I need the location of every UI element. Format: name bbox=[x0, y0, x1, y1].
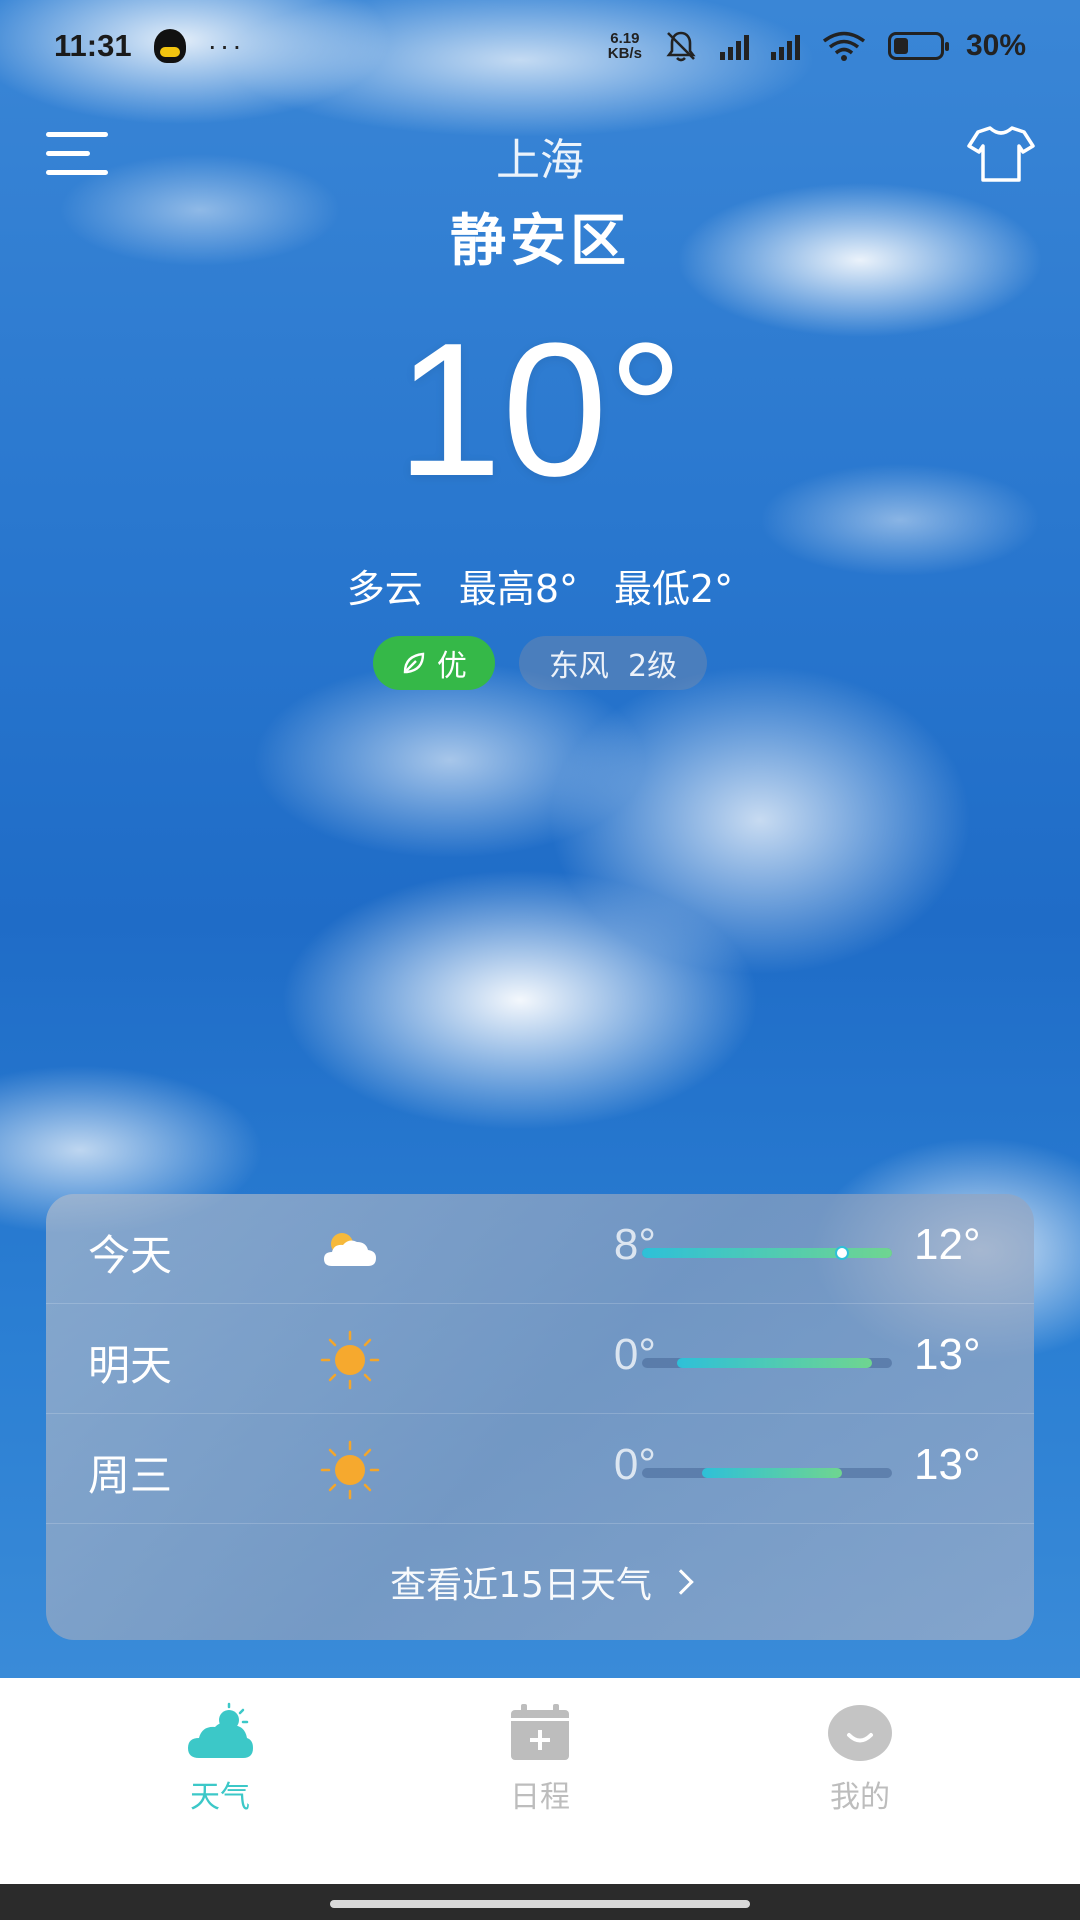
view-15-day-forecast-link[interactable]: 查看近15日天气 bbox=[46, 1524, 1034, 1640]
sun-icon bbox=[320, 1330, 380, 1390]
current-temp-marker bbox=[835, 1246, 849, 1260]
weather-summary: 多云 最高8° 最低2° bbox=[0, 558, 1080, 613]
bottom-nav: 天气 日程 我的 bbox=[0, 1678, 1080, 1884]
profile-smile-icon bbox=[828, 1705, 892, 1761]
more-notifications-icon: ··· bbox=[207, 30, 245, 61]
network-speed-unit: KB/s bbox=[607, 45, 642, 62]
more-link-label: 查看近15日天气 bbox=[390, 1565, 652, 1606]
district-name[interactable]: 静安区 bbox=[0, 196, 1080, 277]
temp-range-fill bbox=[677, 1358, 872, 1368]
forecast-row-wednesday[interactable]: 周三 0° 13° bbox=[46, 1414, 1034, 1524]
day-high-temp: 12° bbox=[914, 1220, 981, 1269]
sun-icon bbox=[320, 1440, 380, 1500]
network-speed: 6.19 KB/s bbox=[608, 31, 642, 61]
temp-range-bar bbox=[642, 1246, 892, 1260]
gesture-bar bbox=[0, 1884, 1080, 1920]
shirt-icon[interactable] bbox=[966, 124, 1036, 184]
status-bar: 11:31 ··· 6.19 KB/s 30% bbox=[0, 0, 1080, 92]
signal-2-icon bbox=[770, 32, 800, 60]
nav-label-profile: 我的 bbox=[830, 1780, 890, 1815]
current-temperature: 10° bbox=[396, 304, 684, 516]
battery-icon bbox=[887, 32, 949, 60]
day-low-temp: 0° bbox=[613, 1440, 656, 1489]
status-left: 11:31 ··· bbox=[54, 28, 245, 64]
status-time: 11:31 bbox=[54, 28, 132, 63]
day-low-temp: 8° bbox=[613, 1220, 656, 1269]
day-name: 明天 bbox=[88, 1341, 173, 1390]
tab-profile[interactable]: 我的 bbox=[760, 1702, 960, 1816]
home-indicator[interactable] bbox=[330, 1900, 750, 1908]
signal-1-icon bbox=[719, 32, 749, 60]
mute-bell-icon bbox=[666, 31, 696, 62]
city-name[interactable]: 上海 bbox=[0, 124, 1080, 188]
temp-range-bar bbox=[642, 1358, 892, 1368]
air-quality-badge[interactable]: 优 bbox=[372, 636, 495, 690]
qq-notification-icon bbox=[153, 29, 186, 63]
wifi-icon bbox=[822, 31, 866, 61]
day-name: 今天 bbox=[88, 1231, 173, 1280]
nav-label-weather: 天气 bbox=[190, 1780, 250, 1815]
temp-range-bar bbox=[642, 1468, 892, 1478]
day-low-temp: 0° bbox=[613, 1330, 656, 1379]
leaf-icon bbox=[403, 652, 425, 674]
weather-condition: 多云 bbox=[346, 567, 423, 611]
air-quality-label: 优 bbox=[436, 649, 467, 684]
forecast-row-today[interactable]: 今天 8° 12° bbox=[46, 1194, 1034, 1304]
weather-cloud-icon bbox=[188, 1702, 253, 1758]
wind-badge[interactable]: 东风 2级 bbox=[518, 636, 708, 690]
battery-percent: 30% bbox=[965, 29, 1026, 62]
chevron-right-icon bbox=[668, 1569, 694, 1595]
tab-schedule[interactable]: 日程 bbox=[440, 1702, 640, 1816]
calendar-add-icon bbox=[511, 1704, 569, 1760]
badges: 优 东风 2级 bbox=[0, 636, 1080, 690]
day-high-temp: 13° bbox=[914, 1440, 981, 1489]
day-name: 周三 bbox=[88, 1451, 173, 1500]
temp-low: 最低2° bbox=[614, 567, 734, 611]
nav-label-schedule: 日程 bbox=[510, 1780, 570, 1815]
wind-label: 东风 2级 bbox=[548, 649, 678, 684]
forecast-card: 今天 8° 12° 明天 0° 13° 周三 0° 13° 查看近15日天气 bbox=[46, 1194, 1034, 1640]
temp-range-fill bbox=[702, 1468, 842, 1478]
day-high-temp: 13° bbox=[914, 1330, 981, 1379]
forecast-row-tomorrow[interactable]: 明天 0° 13° bbox=[46, 1304, 1034, 1414]
temp-high: 最高8° bbox=[458, 567, 578, 611]
status-right: 6.19 KB/s 30% bbox=[608, 29, 1026, 63]
tab-weather[interactable]: 天气 bbox=[120, 1702, 320, 1816]
temp-range-fill bbox=[642, 1248, 892, 1258]
partly-cloudy-icon bbox=[324, 1233, 376, 1266]
